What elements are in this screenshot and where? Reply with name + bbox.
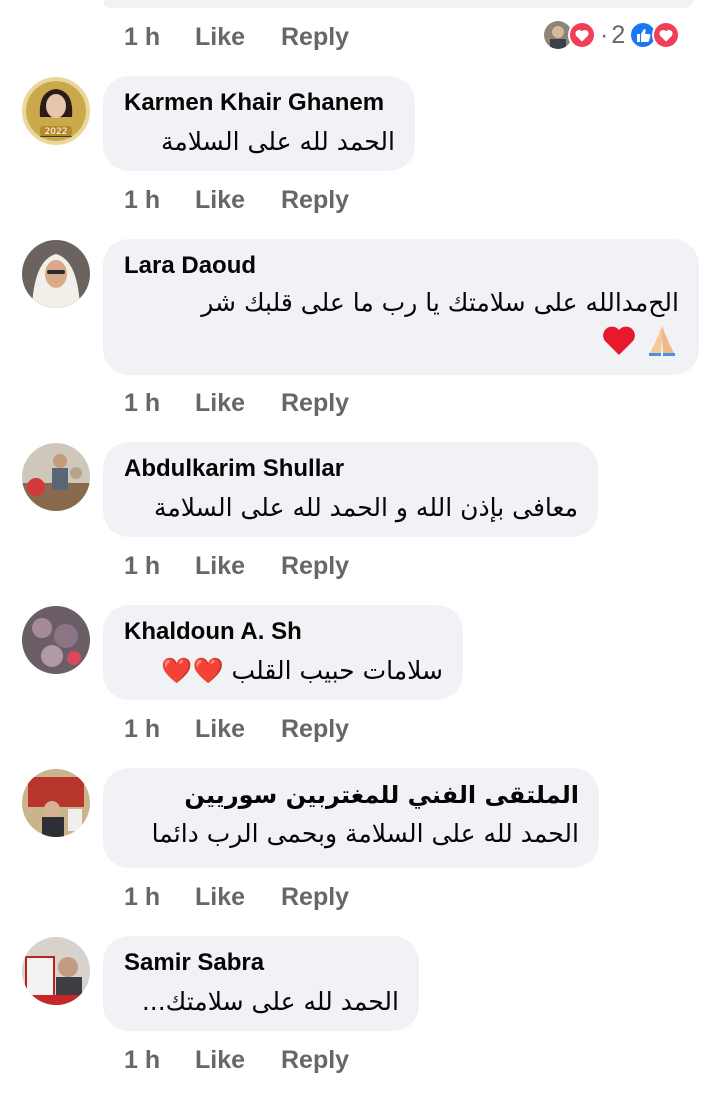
comment-actions: 1 h Like Reply [124, 20, 349, 54]
commenter-name[interactable]: Karmen Khair Ghanem [124, 88, 395, 118]
comment-actions: 1 h Like Reply [124, 549, 349, 583]
reaction-count: 2 [611, 20, 626, 49]
comment-actions: 1 h Like Reply [124, 880, 349, 914]
comment-bubble: Karmen Khair Ghanem الحمد لله على السلام… [103, 76, 415, 171]
like-button[interactable]: Like [195, 23, 281, 52]
comment-actions: 1 h Like Reply [124, 712, 349, 746]
comment-text: معافى بإذن الله و الحمد لله على السلامة [153, 493, 578, 522]
comment-time[interactable]: 1 h [124, 186, 195, 215]
like-button[interactable]: Like [195, 552, 281, 581]
reply-button[interactable]: Reply [281, 1046, 349, 1075]
previous-comment-bubble [103, 0, 693, 8]
avatar[interactable] [22, 937, 90, 1005]
commenter-name[interactable]: Samir Sabra [124, 948, 399, 978]
comment-time[interactable]: 1 h [124, 883, 195, 912]
comment-text: الحمد لله على السلامة [160, 127, 395, 156]
comment-bubble: Abdulkarim Shullar معافى بإذن الله و الح… [103, 442, 598, 537]
comment-actions: 1 h Like Reply [124, 183, 349, 217]
comment-bubble: Samir Sabra الحمد لله على سلامتك... [103, 936, 419, 1031]
comment-time[interactable]: 1 h [124, 552, 195, 581]
commenter-name[interactable]: Lara Daoud [124, 251, 679, 281]
avatar[interactable]: 2022 [22, 77, 90, 145]
reply-button[interactable]: Reply [281, 186, 349, 215]
comment-text: الحمد لله على سلامتك... [141, 987, 399, 1016]
comment-time[interactable]: 1 h [124, 1046, 195, 1075]
avatar[interactable] [22, 606, 90, 674]
commenter-name[interactable]: Khaldoun A. Sh [124, 617, 443, 647]
reply-button[interactable]: Reply [281, 389, 349, 418]
comment-text: الحمد لله على السلامة وبحمى الرب دائما [151, 819, 579, 848]
reply-button[interactable]: Reply [281, 23, 349, 52]
like-button[interactable]: Like [195, 883, 281, 912]
comment-text-emojis: 🙏❤️ [124, 323, 679, 367]
comment-bubble: الملتقى الفني للمغتربين سوريين الحمد لله… [103, 768, 599, 868]
red-heart-emoji [601, 323, 637, 357]
folded-hands-emoji [645, 323, 679, 357]
like-button[interactable]: Like [195, 389, 281, 418]
avatar-badge-text: 2022 [45, 127, 68, 137]
reply-button[interactable]: Reply [281, 715, 349, 744]
like-button[interactable]: Like [195, 186, 281, 215]
comment-bubble: Lara Daoud الح￼مدالله على سلامتك يا رب م… [103, 239, 699, 375]
commenter-name[interactable]: Abdulkarim Shullar [124, 454, 578, 484]
reply-button[interactable]: Reply [281, 552, 349, 581]
love-reaction-icon [568, 21, 596, 49]
avatar[interactable] [22, 240, 90, 308]
comment-text: الح￼مدالله على سلامتك يا رب ما على قلبك … [201, 288, 679, 317]
like-button[interactable]: Like [195, 1046, 281, 1075]
separator-dot: · [600, 20, 609, 49]
commenter-name[interactable]: الملتقى الفني للمغتربين سوريين [124, 780, 579, 810]
reaction-summary[interactable]: · 2 [542, 18, 681, 52]
love-reaction-icon [652, 21, 681, 49]
comment-time[interactable]: 1 h [124, 23, 195, 52]
comment-text: سلامات حبيب القلب ❤️❤️ [161, 656, 443, 685]
reply-button[interactable]: Reply [281, 883, 349, 912]
like-button[interactable]: Like [195, 715, 281, 744]
comment-actions: 1 h Like Reply [124, 386, 349, 420]
comment-time[interactable]: 1 h [124, 715, 195, 744]
avatar[interactable] [22, 769, 90, 837]
comment-actions: 1 h Like Reply [124, 1043, 349, 1077]
avatar[interactable] [22, 443, 90, 511]
comment-time[interactable]: 1 h [124, 389, 195, 418]
comment-bubble: Khaldoun A. Sh سلامات حبيب القلب ❤️❤️ [103, 605, 463, 700]
